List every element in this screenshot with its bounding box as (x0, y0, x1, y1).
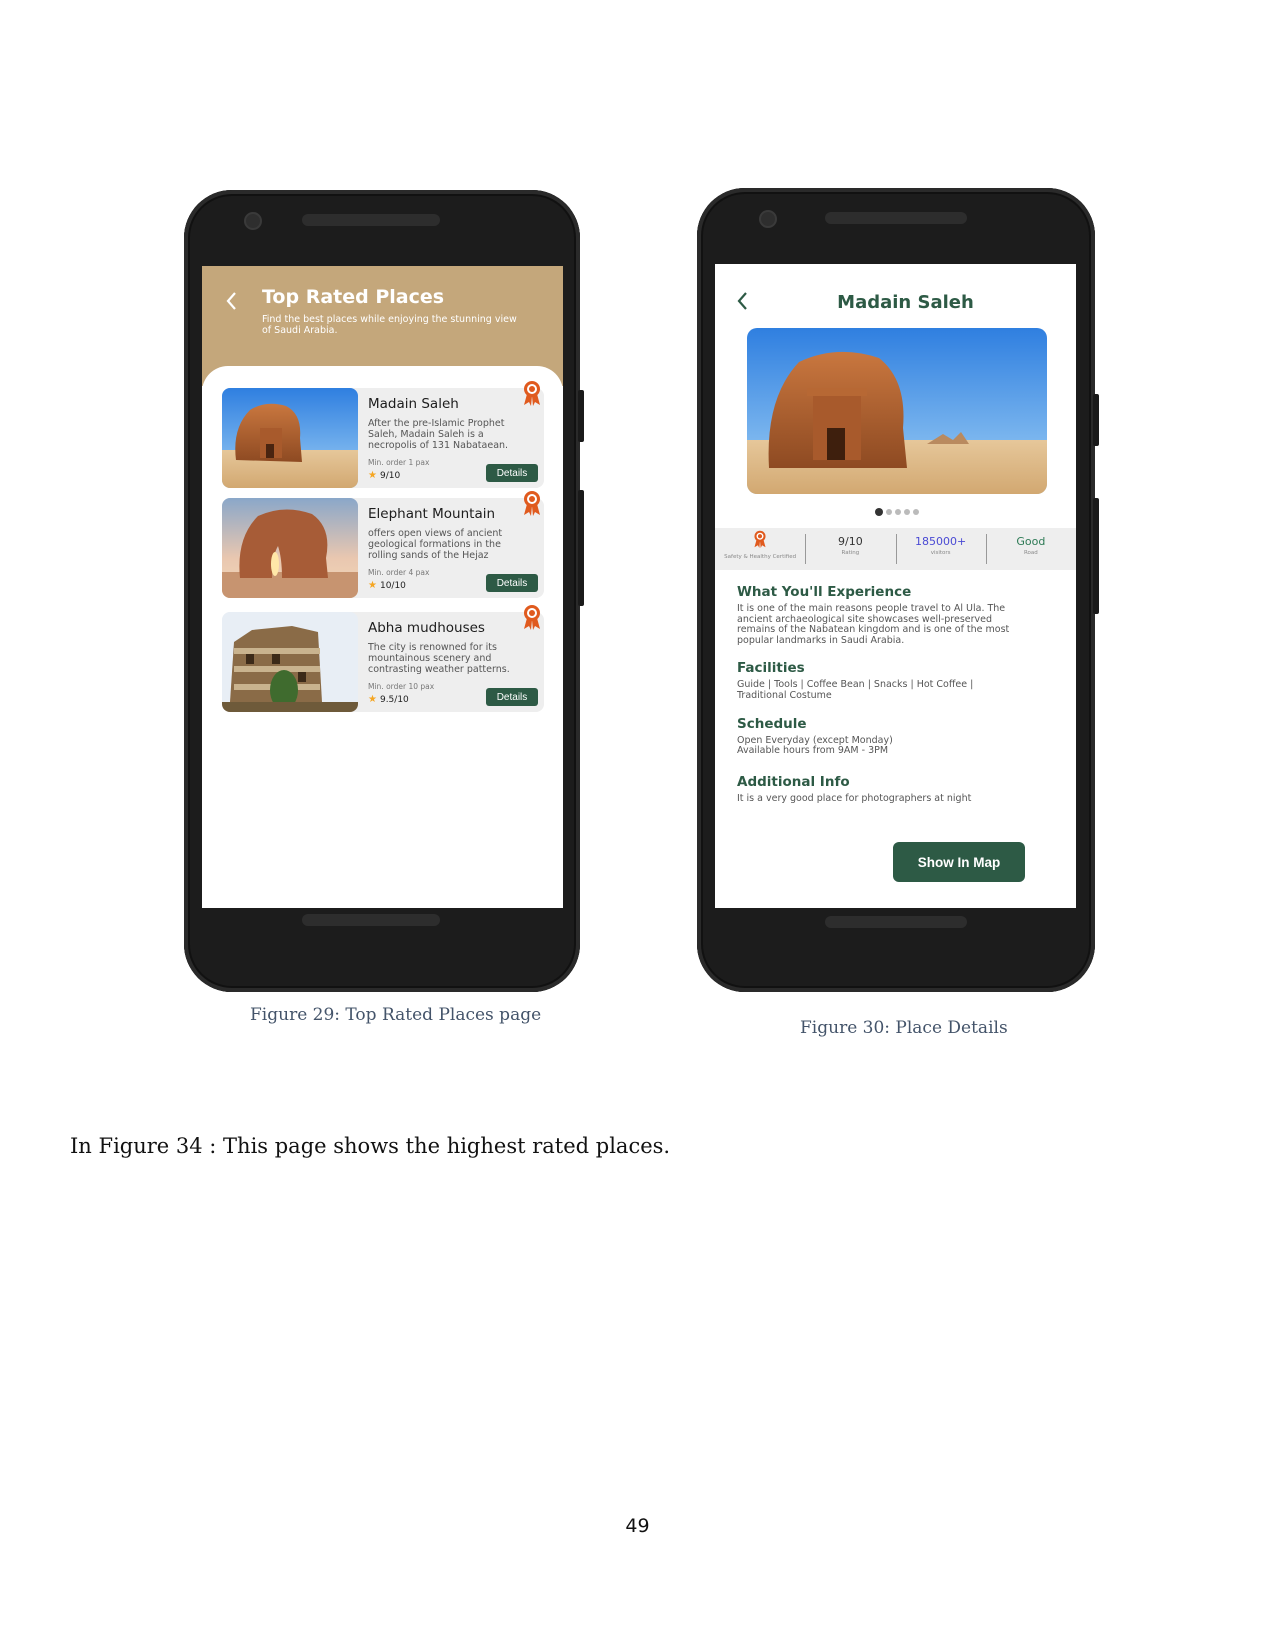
figure-30-caption: Figure 30: Place Details (800, 1018, 1008, 1038)
stat-value: 9/10 (838, 535, 863, 548)
stats-bar: Safety & Healthy Certified 9/10 Rating 1… (715, 528, 1076, 570)
additional-info-text: It is a very good place for photographer… (737, 793, 972, 804)
top-rated-screen: Top Rated Places Find the best places wh… (202, 266, 563, 908)
bottom-speaker-grille (825, 916, 967, 928)
place-description: The city is renowned for its mountainous… (368, 642, 510, 675)
star-icon: ★ (368, 470, 377, 481)
award-ribbon-icon (715, 530, 805, 552)
stat-visitors: 185000+ visitors (895, 528, 986, 570)
page-title: Madain Saleh (837, 292, 974, 313)
figure-29-caption: Figure 29: Top Rated Places page (250, 1005, 542, 1025)
phone-mockup-top-rated: Top Rated Places Find the best places wh… (184, 190, 584, 992)
stat-rating: 9/10 Rating (805, 528, 895, 570)
carousel-dot[interactable] (895, 509, 901, 515)
body-paragraph: In Figure 34 : This page shows the highe… (70, 1134, 671, 1158)
carousel-dot-active[interactable] (875, 508, 883, 516)
award-ribbon-icon (524, 491, 540, 516)
stat-label: Road (1023, 550, 1038, 556)
place-name: Abha mudhouses (368, 620, 485, 636)
carousel-dot[interactable] (886, 509, 892, 515)
place-thumbnail (222, 388, 358, 488)
place-details-screen: Madain Saleh Safety & Healthy Certified … (715, 264, 1076, 908)
star-icon: ★ (368, 580, 377, 591)
stat-value: Good (1016, 535, 1046, 548)
place-thumbnail (222, 498, 358, 598)
page-number: 49 (625, 1515, 650, 1537)
place-hero-image[interactable] (747, 328, 1047, 494)
details-button[interactable]: Details (486, 464, 538, 482)
star-icon: ★ (368, 694, 377, 705)
details-button[interactable]: Details (486, 574, 538, 592)
side-button (578, 390, 584, 442)
carousel-indicator[interactable] (875, 508, 919, 516)
rating-value: 10/10 (379, 581, 406, 591)
stat-label: Rating (841, 550, 860, 556)
rating-value: 9/10 (379, 471, 401, 481)
speaker-grille (302, 214, 440, 226)
place-rating: ★ 9.5/10 (368, 694, 409, 705)
award-ribbon-icon (524, 381, 540, 406)
min-order: Min. order 4 pax (368, 568, 430, 577)
facilities-text: Guide | Tools | Coffee Bean | Snacks | H… (737, 679, 974, 701)
place-name: Elephant Mountain (368, 506, 496, 522)
experience-text: It is one of the main reasons people tra… (737, 603, 1010, 646)
place-card[interactable]: Elephant Mountain offers open views of a… (222, 491, 544, 598)
place-rating: ★ 10/10 (368, 580, 406, 591)
rating-value: 9.5/10 (379, 695, 409, 705)
show-in-map-button[interactable]: Show In Map (893, 842, 1025, 882)
stat-certified: Safety & Healthy Certified (715, 528, 805, 570)
place-description: offers open views of ancient geological … (368, 528, 503, 561)
carousel-dot[interactable] (904, 509, 910, 515)
details-button[interactable]: Details (486, 688, 538, 706)
stat-road: Good Road (985, 528, 1076, 570)
schedule-line-2: Available hours from 9AM - 3PM (737, 745, 889, 756)
stat-label: Safety & Healthy Certified (724, 554, 797, 560)
schedule-heading: Schedule (737, 716, 807, 732)
additional-info-heading: Additional Info (737, 774, 850, 790)
camera-icon (759, 210, 777, 228)
bottom-speaker-grille (302, 914, 440, 926)
place-name: Madain Saleh (368, 396, 459, 412)
page-subtitle: Find the best places while enjoying the … (262, 314, 517, 336)
places-list: Madain Saleh After the pre-Islamic Proph… (202, 366, 563, 908)
speaker-grille (825, 212, 967, 224)
award-ribbon-icon (524, 605, 540, 630)
min-order: Min. order 1 pax (368, 458, 430, 467)
page-title: Top Rated Places (262, 286, 445, 308)
phone-mockup-place-details: Madain Saleh Safety & Healthy Certified … (697, 188, 1099, 992)
chevron-left-icon[interactable] (224, 290, 238, 318)
camera-icon (244, 212, 262, 230)
place-card[interactable]: Abha mudhouses The city is renowned for … (222, 605, 544, 712)
experience-heading: What You'll Experience (737, 584, 912, 600)
side-button (578, 490, 584, 606)
place-rating: ★ 9/10 (368, 470, 400, 481)
place-description: After the pre-Islamic Prophet Saleh, Mad… (368, 418, 509, 451)
carousel-dot[interactable] (913, 509, 919, 515)
stat-value: 185000+ (915, 535, 967, 548)
stat-label: visitors (930, 550, 951, 556)
side-button (1093, 394, 1099, 446)
side-button (1093, 498, 1099, 614)
facilities-heading: Facilities (737, 660, 805, 676)
min-order: Min. order 10 pax (368, 682, 435, 691)
place-card[interactable]: Madain Saleh After the pre-Islamic Proph… (222, 381, 544, 488)
place-thumbnail (222, 612, 358, 712)
